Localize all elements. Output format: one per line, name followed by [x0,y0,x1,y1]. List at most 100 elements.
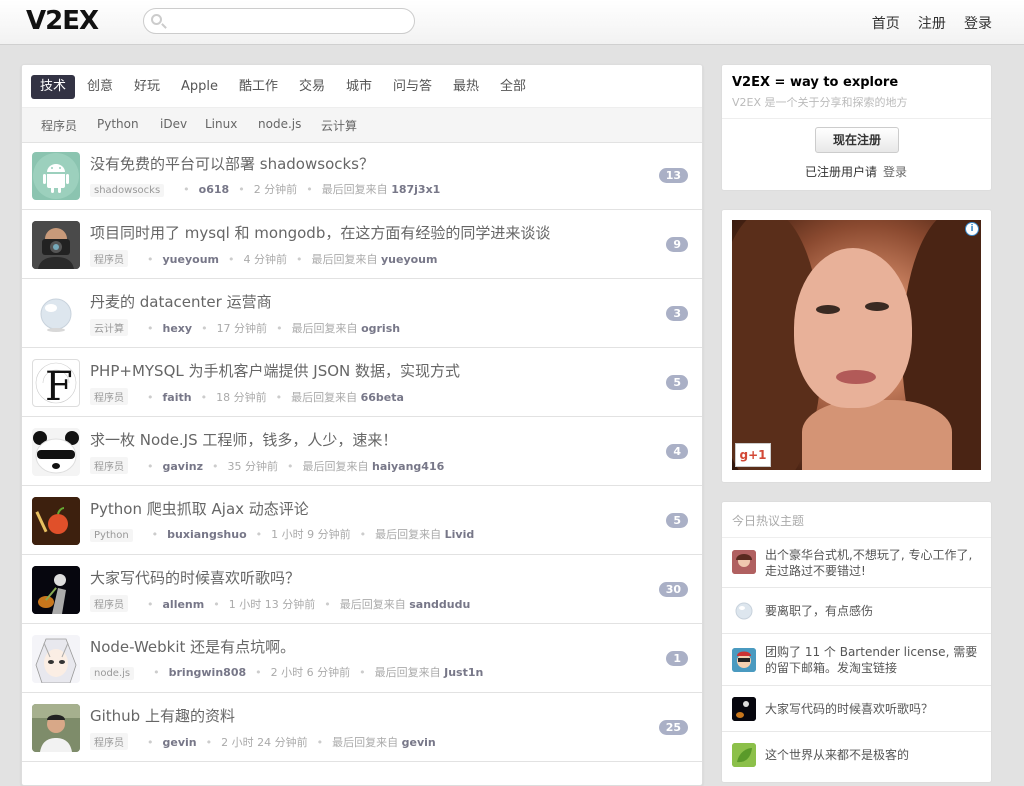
post-time: 1 小时 9 分钟前 [271,528,351,541]
post-time: 2 小时 6 分钟前 [270,666,351,679]
person-avatar[interactable] [32,704,80,752]
anime-avatar[interactable] [32,635,80,683]
subtab-linux[interactable]: Linux [205,117,237,131]
ad-image[interactable]: i g+1 [732,220,981,470]
last-reply-user[interactable]: haiyang416 [372,460,444,473]
node-tag[interactable]: 程序员 [90,733,128,750]
author-link[interactable]: bringwin808 [169,666,247,679]
crystal-ball-avatar[interactable] [732,599,756,623]
last-reply-user[interactable]: gevin [402,736,436,749]
reply-count[interactable]: 4 [666,444,688,459]
author-link[interactable]: yueyoum [163,253,219,266]
hot-topic-title[interactable]: 大家写代码的时候喜欢听歌吗？ [765,701,980,717]
ad-info-icon[interactable]: i [965,222,979,236]
subtab-python[interactable]: Python [97,117,139,131]
hot-topic-title[interactable]: 出个豪华台式机,不想玩了, 专心工作了, 走过路过不要错过! [765,547,980,579]
reply-count[interactable]: 1 [666,651,688,666]
reply-count[interactable]: 13 [658,168,688,183]
tab-fun[interactable]: 好玩 [125,75,169,99]
search-input[interactable] [168,12,410,32]
panda-avatar[interactable] [32,428,80,476]
tab-city[interactable]: 城市 [337,75,381,99]
author-link[interactable]: buxiangshuo [167,528,246,541]
topic-title[interactable]: PHP+MYSQL 为手机客户端提供 JSON 数据，实现方式 [90,360,460,381]
site-logo[interactable]: V2EX [26,6,99,36]
node-tag[interactable]: shadowsocks [90,184,165,197]
search-icon [151,14,162,25]
topic-title[interactable]: Github 上有趣的资料 [90,705,235,726]
apple-avatar[interactable] [32,497,80,545]
hot-topic-title[interactable]: 要离职了，有点感伤 [765,603,980,619]
nav-home-link[interactable]: 首页 [872,16,900,32]
crystal-ball-avatar[interactable] [32,290,80,338]
nav-login-link[interactable]: 登录 [964,16,992,32]
topic-title[interactable]: Python 爬虫抓取 Ajax 动态评论 [90,498,309,519]
node-tag[interactable]: 程序员 [90,457,128,474]
subtab-idev[interactable]: iDev [160,117,187,131]
tab-hot[interactable]: 最热 [444,75,488,99]
author-link[interactable]: o618 [199,183,230,196]
subtab-programmer[interactable]: 程序员 [41,117,77,134]
cartoon-avatar[interactable] [732,648,756,672]
node-tag[interactable]: 程序员 [90,595,128,612]
gplus-button[interactable]: g+1 [735,443,771,467]
guitar-avatar[interactable] [732,697,756,721]
reply-count[interactable]: 25 [658,720,688,735]
post-time: 1 小时 13 分钟前 [228,598,316,611]
tab-creative[interactable]: 创意 [78,75,122,99]
node-tag[interactable]: 程序员 [90,388,128,405]
tab-apple[interactable]: Apple [172,75,227,99]
tab-qna[interactable]: 问与答 [384,75,441,99]
last-reply-user[interactable]: sanddudu [409,598,470,611]
nav-register-link[interactable]: 注册 [918,16,946,32]
author-link[interactable]: allenm [163,598,205,611]
author-link[interactable]: gevin [163,736,197,749]
topic-title[interactable]: 丹麦的 datacenter 运营商 [90,291,272,312]
node-tag[interactable]: node.js [90,667,135,680]
author-link[interactable]: gavinz [163,460,203,473]
node-tag[interactable]: Python [90,529,133,542]
sidebar-login-link[interactable]: 登录 [883,165,907,179]
tab-deals[interactable]: 交易 [290,75,334,99]
tab-jobs[interactable]: 酷工作 [230,75,287,99]
search-box[interactable] [143,8,415,34]
letter-f-avatar[interactable]: F [32,359,80,407]
girl-avatar[interactable] [732,550,756,574]
camera-man-avatar[interactable] [32,221,80,269]
last-reply-user[interactable]: Livid [445,528,475,541]
reply-count[interactable]: 3 [666,306,688,321]
svg-text:F: F [45,364,73,406]
welcome-box: V2EX = way to explore V2EX 是一个关于分享和探索的地方… [721,64,992,191]
last-reply-user[interactable]: Just1n [444,666,483,679]
hot-topic-item: 出个豪华台式机,不想玩了, 专心工作了, 走过路过不要错过! [722,538,991,588]
topic-title[interactable]: Node-Webkit 还是有点坑啊。 [90,636,295,657]
subtab-nodejs[interactable]: node.js [258,117,301,131]
topic-title[interactable]: 求一枚 Node.JS 工程师，钱多，人少，速来！ [90,429,397,450]
reply-count[interactable]: 9 [666,237,688,252]
leaf-avatar[interactable] [732,743,756,767]
reply-count[interactable]: 5 [666,375,688,390]
topic-title[interactable]: 没有免费的平台可以部署 shadowsocks？ [90,153,374,174]
last-reply-user[interactable]: 187j3x1 [391,183,440,196]
tab-tech[interactable]: 技术 [31,75,76,99]
author-link[interactable]: hexy [163,322,193,335]
author-link[interactable]: faith [163,391,192,404]
guitar-avatar[interactable] [32,566,80,614]
tab-all[interactable]: 全部 [491,75,535,99]
node-tag[interactable]: 程序员 [90,250,128,267]
topic-title[interactable]: 大家写代码的时候喜欢听歌吗？ [90,567,300,588]
topic-row: F PHP+MYSQL 为手机客户端提供 JSON 数据，实现方式 程序员 • fa… [22,349,702,417]
subtab-cloud[interactable]: 云计算 [321,117,357,134]
android-icon[interactable] [32,152,80,200]
last-reply-user[interactable]: yueyoum [381,253,437,266]
node-tag[interactable]: 云计算 [90,319,128,336]
hot-topic-title[interactable]: 这个世界从来都不是极客的 [765,747,980,763]
last-reply-user[interactable]: 66beta [361,391,404,404]
login-prompt: 已注册用户请 登录 [805,163,907,180]
topic-title[interactable]: 项目同时用了 mysql 和 mongodb，在这方面有经验的同学进来谈谈 [90,222,550,243]
last-reply-user[interactable]: ogrish [361,322,400,335]
hot-topic-title[interactable]: 团购了 11 个 Bartender license, 需要的留下邮箱。发淘宝链… [765,644,980,676]
reply-count[interactable]: 5 [666,513,688,528]
reply-count[interactable]: 30 [658,582,688,597]
register-button[interactable]: 现在注册 [815,127,899,153]
